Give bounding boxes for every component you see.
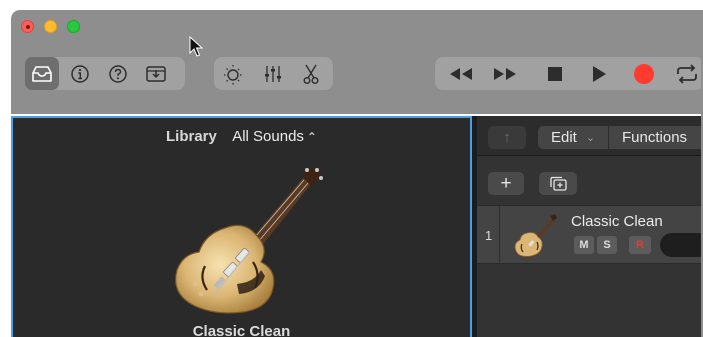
close-window-button[interactable] <box>21 20 34 33</box>
patch-name: Classic Clean <box>192 323 291 337</box>
stop-button[interactable] <box>538 57 572 90</box>
logic-window: Library All Sounds ⌃ Classic Clean ↑ Edi… <box>0 0 703 337</box>
record-button[interactable] <box>627 57 661 90</box>
guitar-patch-icon <box>175 166 323 314</box>
edit-menu-label: Edit <box>551 129 577 146</box>
up-button[interactable]: ↑ <box>488 126 526 149</box>
edit-button-group <box>214 57 333 90</box>
transport-controls <box>435 57 703 90</box>
volume-slider[interactable] <box>660 233 703 257</box>
track-number-divider <box>499 206 500 263</box>
sound-category-selector[interactable]: All Sounds ⌃ <box>232 128 317 145</box>
cycle-button[interactable] <box>670 57 703 90</box>
maximize-window-button[interactable] <box>67 20 80 33</box>
loop-browser-button[interactable] <box>139 57 173 90</box>
mixer-icon <box>265 65 281 82</box>
mouse-cursor-icon <box>189 36 204 57</box>
download-icon <box>146 65 166 82</box>
library-button[interactable] <box>25 57 59 90</box>
editors-button[interactable] <box>294 57 328 90</box>
plus-icon: + <box>500 172 512 194</box>
track-number: 1 <box>485 228 493 243</box>
chevron-down-icon: ⌄ <box>585 132 596 144</box>
up-arrow-icon: ↑ <box>503 129 511 146</box>
record-enable-button[interactable]: R <box>629 236 651 254</box>
guitar-track-icon <box>514 214 557 257</box>
functions-menu[interactable]: Functions <box>609 126 703 149</box>
record-icon <box>634 63 654 84</box>
scissors-icon <box>303 64 319 84</box>
help-icon <box>109 64 127 83</box>
mixer-button[interactable] <box>256 57 290 90</box>
solo-button[interactable]: S <box>597 236 617 254</box>
play-button[interactable] <box>582 57 616 90</box>
duplicate-track-button[interactable] <box>539 172 577 195</box>
smart-controls-button[interactable] <box>216 57 250 90</box>
stop-icon <box>548 66 562 81</box>
toolbar <box>11 10 703 114</box>
library-title: Library <box>166 128 217 145</box>
track-header-row[interactable]: 1 Classic Clean M S R <box>477 205 703 264</box>
cycle-icon <box>677 63 697 84</box>
tracks-area: ↑ Edit ⌄ Functions + 1 Classic Clean M S… <box>477 116 703 337</box>
add-track-button[interactable]: + <box>488 172 524 195</box>
fast-forward-icon <box>494 67 516 80</box>
functions-menu-label: Functions <box>622 129 688 146</box>
duplicate-track-icon <box>550 176 567 191</box>
tracks-header: ↑ Edit ⌄ Functions <box>477 116 703 156</box>
fast-forward-button[interactable] <box>485 57 525 90</box>
play-icon <box>593 65 606 82</box>
library-panel: Library All Sounds ⌃ Classic Clean <box>11 116 472 337</box>
info-icon <box>71 64 89 83</box>
rewind-button[interactable] <box>441 57 481 90</box>
track-name: Classic Clean <box>571 213 663 230</box>
updown-chevron-icon: ⌃ <box>306 130 317 144</box>
quick-help-button[interactable] <box>101 57 135 90</box>
inspector-button[interactable] <box>63 57 97 90</box>
library-header: Library All Sounds ⌃ <box>13 128 470 145</box>
sound-category-label: All Sounds <box>232 128 304 145</box>
minimize-window-button[interactable] <box>44 20 57 33</box>
library-icon <box>32 65 52 82</box>
brightness-icon <box>224 64 242 85</box>
view-button-group <box>25 57 185 90</box>
mute-button[interactable]: M <box>574 236 594 254</box>
edit-menu[interactable]: Edit ⌄ <box>538 126 608 149</box>
rewind-icon <box>450 67 472 80</box>
